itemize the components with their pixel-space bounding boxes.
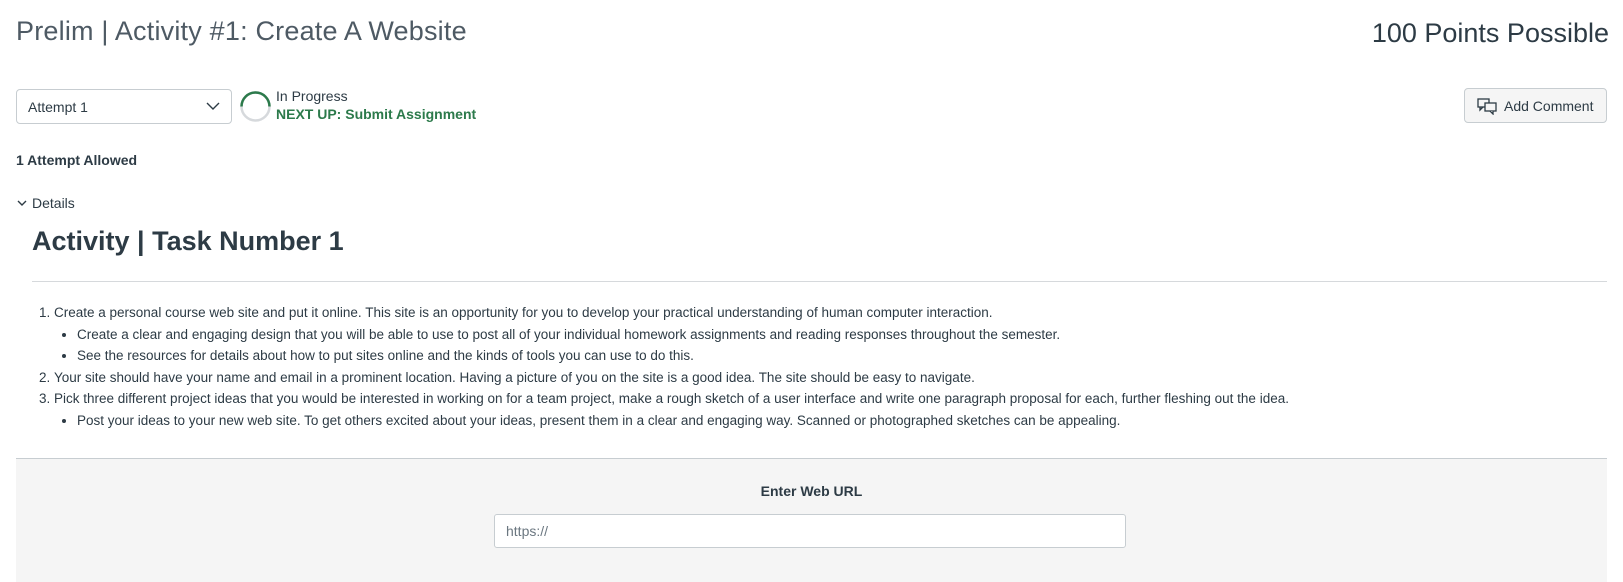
instruction-item-text: Pick three different project ideas that … bbox=[54, 391, 1289, 407]
instruction-subitem: See the resources for details about how … bbox=[77, 345, 1602, 367]
attempt-status: In Progress bbox=[276, 88, 348, 104]
instruction-item-text: Create a personal course web site and pu… bbox=[54, 305, 993, 320]
assignment-page: Prelim | Activity #1: Create A Website 1… bbox=[0, 0, 1623, 582]
instructions: Create a personal course web site and pu… bbox=[32, 302, 1602, 432]
next-up-step: NEXT UP: Submit Assignment bbox=[276, 106, 477, 122]
instruction-item-1: Create a personal course web site and pu… bbox=[54, 302, 1602, 367]
instruction-item-3: Pick three different project ideas that … bbox=[54, 388, 1602, 431]
attempt-select-value: Attempt 1 bbox=[28, 98, 88, 115]
assignment-title: Prelim | Activity #1: Create A Website bbox=[16, 16, 467, 46]
divider bbox=[32, 281, 1607, 282]
instruction-sublist: Create a clear and engaging design that … bbox=[54, 324, 1602, 367]
comment-icon bbox=[1477, 97, 1497, 115]
instruction-subitem: Create a clear and engaging design that … bbox=[77, 324, 1602, 346]
details-chevron-icon bbox=[17, 200, 27, 206]
add-comment-label: Add Comment bbox=[1504, 97, 1594, 114]
attempts-allowed: 1 Attempt Allowed bbox=[16, 152, 138, 168]
points-possible: 100 Points Possible bbox=[1371, 18, 1609, 48]
instruction-list: Create a personal course web site and pu… bbox=[32, 302, 1602, 432]
progress-ring-icon bbox=[240, 91, 271, 122]
instruction-sublist: Post your ideas to your new web site. To… bbox=[54, 410, 1602, 432]
instruction-subitem: Post your ideas to your new web site. To… bbox=[77, 410, 1602, 432]
instruction-item-text: Your site should have your name and emai… bbox=[54, 369, 975, 385]
details-toggle[interactable]: Details bbox=[16, 195, 75, 211]
add-comment-button[interactable]: Add Comment bbox=[1464, 88, 1607, 123]
web-url-label: Enter Web URL bbox=[760, 483, 863, 499]
chevron-down-icon bbox=[206, 102, 220, 110]
attempt-select[interactable]: Attempt 1 bbox=[16, 89, 232, 124]
details-heading: Activity | Task Number 1 bbox=[32, 226, 344, 256]
submission-panel: Enter Web URL bbox=[16, 458, 1607, 582]
web-url-input[interactable] bbox=[494, 514, 1126, 548]
instruction-item-2: Your site should have your name and emai… bbox=[54, 367, 1602, 389]
details-toggle-label: Details bbox=[32, 195, 75, 211]
